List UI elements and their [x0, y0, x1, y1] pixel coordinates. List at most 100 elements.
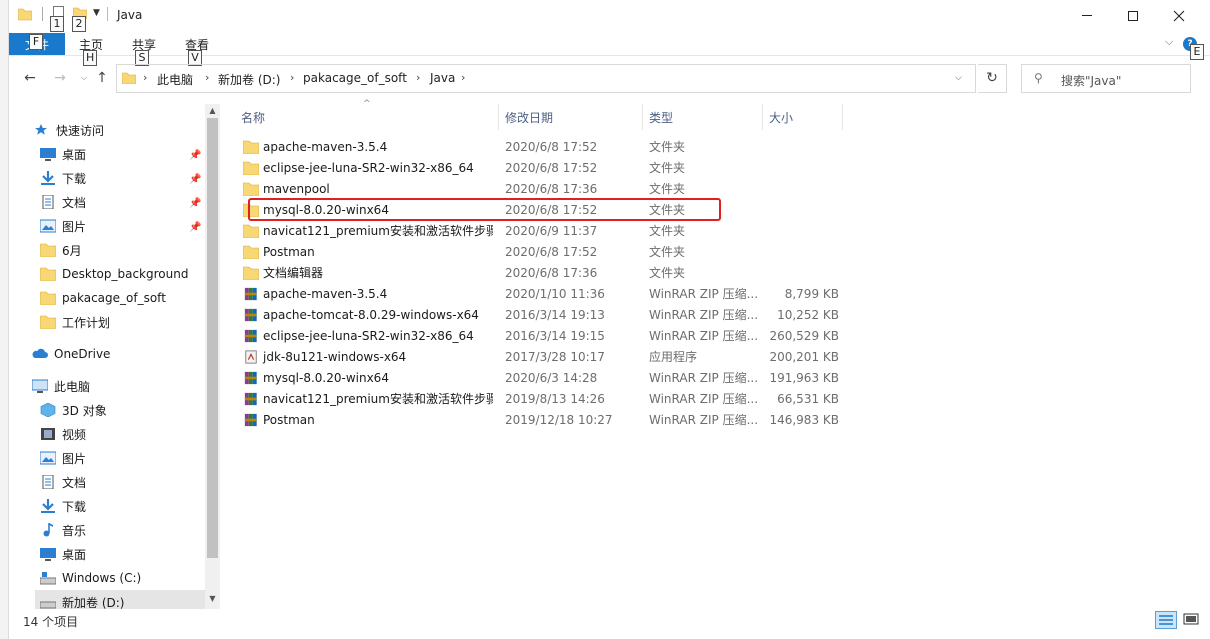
explorer-window: ▼ Java 1 2 文件 主页 共享 查看 ⌵ ? F H S V E ← →… — [8, 0, 1210, 639]
sidebar-item-label: 6月 — [62, 243, 82, 258]
close-button[interactable] — [1156, 0, 1202, 31]
column-header-date[interactable]: 修改日期 — [499, 104, 643, 130]
file-type: 文件夹 — [649, 182, 686, 196]
column-header-name[interactable]: 名称 ^ — [235, 99, 499, 130]
address-history-dropdown-icon[interactable]: ⌵ — [955, 73, 962, 83]
file-name: eclipse-jee-luna-SR2-win32-x86_64 — [263, 329, 474, 343]
sidebar-item-pictures[interactable]: 图片 — [39, 214, 86, 238]
close-icon — [1173, 10, 1185, 21]
sidebar-item-pictures-pc[interactable]: 图片 — [39, 446, 86, 470]
3d-objects-icon — [40, 402, 56, 418]
file-row[interactable]: eclipse-jee-luna-SR2-win32-x86_64 2016/3/… — [241, 326, 841, 347]
download-icon — [40, 171, 56, 185]
folder-icon — [18, 8, 32, 21]
sidebar-item-june[interactable]: 6月 — [39, 238, 82, 262]
file-date: 2016/3/14 19:15 — [505, 329, 605, 343]
file-type: WinRAR ZIP 压缩... — [649, 413, 759, 427]
sidebar-item-music[interactable]: 音乐 — [40, 518, 86, 542]
file-row[interactable]: apache-maven-3.5.4 2020/1/10 11:36 WinRAR … — [241, 284, 841, 305]
chevron-right-icon[interactable]: › — [205, 71, 209, 84]
file-row[interactable]: Postman 2019/12/18 10:27 WinRAR ZIP 压缩... 1… — [241, 410, 841, 431]
sidebar-this-pc[interactable]: 此电脑 — [31, 374, 90, 398]
chevron-right-icon[interactable]: › — [461, 71, 465, 84]
sidebar-scrollbar[interactable]: ▲ ▼ — [205, 104, 220, 609]
pin-icon[interactable]: 📌 — [189, 198, 201, 209]
file-row[interactable]: 文档编辑器 2020/6/8 17:36 文件夹 — [241, 263, 841, 284]
keytip-help: E — [1190, 44, 1204, 60]
column-header-type[interactable]: 类型 — [643, 104, 763, 130]
file-row[interactable]: navicat121_premium安装和激活软件步骤 2019/8/13 14:… — [241, 389, 841, 410]
up-arrow-icon[interactable]: ↑ — [91, 68, 113, 88]
sidebar-item-label: 新加卷 (D:) — [62, 595, 125, 610]
file-date: 2020/6/8 17:36 — [505, 266, 598, 280]
chevron-right-icon[interactable]: › — [290, 71, 294, 84]
pin-icon[interactable]: 📌 — [189, 174, 201, 185]
desktop-icon — [40, 147, 56, 161]
sidebar-item-drive-c[interactable]: Windows (C:) — [39, 566, 141, 590]
sidebar-item-documents-pc[interactable]: 文档 — [40, 470, 86, 494]
details-view-icon — [1159, 615, 1173, 625]
file-row[interactable]: navicat121_premium安装和激活软件步骤 2020/6/9 11:3… — [241, 221, 841, 242]
file-date: 2020/6/8 17:52 — [505, 245, 598, 259]
file-size — [763, 221, 839, 242]
expand-ribbon-icon[interactable]: ⌵ — [1165, 35, 1173, 49]
sidebar-item-label: 音乐 — [62, 523, 87, 538]
file-row[interactable]: eclipse-jee-luna-SR2-win32-x86_64 2020/6/… — [241, 158, 841, 179]
address-bar[interactable]: › 此电脑 › 新加卷 (D:) › pakacage_of_soft › Ja… — [116, 64, 976, 93]
minimize-button[interactable] — [1064, 0, 1110, 31]
download-icon — [40, 499, 56, 513]
picture-icon — [39, 219, 57, 233]
column-header-size[interactable]: 大小 — [763, 104, 843, 130]
back-arrow-icon[interactable]: ← — [19, 68, 41, 88]
file-size: 260,529 KB — [769, 329, 839, 343]
sidebar-item-label: 文档 — [62, 195, 87, 210]
file-row[interactable]: apache-maven-3.5.4 2020/6/8 17:52 文件夹 — [241, 137, 841, 158]
sidebar-item-documents[interactable]: 文档 — [40, 190, 86, 214]
pin-icon[interactable]: 📌 — [189, 150, 201, 161]
file-row[interactable]: mysql-8.0.20-winx64 2020/6/3 14:28 WinRAR … — [241, 368, 841, 389]
breadcrumb-pakacage[interactable]: pakacage_of_soft — [303, 71, 407, 85]
file-row[interactable]: apache-tomcat-8.0.29-windows-x64 2016/3/1… — [241, 305, 841, 326]
sidebar-quick-access[interactable]: 快速访问 — [34, 118, 104, 142]
sidebar-onedrive[interactable]: OneDrive — [32, 342, 110, 366]
customize-quick-access-icon[interactable]: ▼ — [93, 8, 100, 18]
sidebar-item-downloads[interactable]: 下载 — [40, 166, 86, 190]
sidebar-item-downloads-pc[interactable]: 下载 — [40, 494, 86, 518]
file-type: WinRAR ZIP 压缩... — [649, 329, 759, 343]
sidebar-item-work-plan[interactable]: 工作计划 — [39, 310, 110, 334]
file-name: apache-maven-3.5.4 — [263, 140, 388, 154]
sidebar-item-3d-objects[interactable]: 3D 对象 — [40, 398, 107, 422]
chevron-right-icon[interactable]: › — [416, 71, 420, 84]
sidebar-item-pakacage[interactable]: pakacage_of_soft — [39, 286, 166, 310]
scroll-down-icon[interactable]: ▼ — [205, 594, 220, 603]
item-count: 14 个项目 — [23, 615, 79, 629]
file-row[interactable]: Postman 2020/6/8 17:52 文件夹 — [241, 242, 841, 263]
file-type: WinRAR ZIP 压缩... — [649, 308, 759, 322]
sidebar-item-videos[interactable]: 视频 — [40, 422, 86, 446]
sidebar-item-desktop-pc[interactable]: 桌面 — [40, 542, 86, 566]
breadcrumb-java[interactable]: Java — [430, 71, 455, 85]
pin-icon[interactable]: 📌 — [189, 222, 201, 233]
file-date: 2019/12/18 10:27 — [505, 413, 613, 427]
file-name: Postman — [263, 413, 315, 427]
refresh-icon: ↻ — [986, 70, 998, 86]
navigation-bar: ← → ⌵ ↑ › 此电脑 › 新加卷 (D:) › pakacage_of_s… — [9, 62, 1210, 95]
file-row[interactable]: jdk-8u121-windows-x64 2017/3/28 10:17 应用程序… — [241, 347, 841, 368]
sidebar-item-desktop-background[interactable]: Desktop_background — [39, 262, 188, 286]
scroll-up-icon[interactable]: ▲ — [205, 106, 220, 115]
sidebar-item-drive-d[interactable]: 新加卷 (D:) — [35, 590, 205, 609]
scrollbar-thumb[interactable] — [207, 118, 218, 558]
chevron-right-icon[interactable]: › — [143, 71, 147, 84]
breadcrumb-drive-d[interactable]: 新加卷 (D:) — [218, 71, 280, 88]
maximize-button[interactable] — [1110, 0, 1156, 31]
search-box[interactable]: ⚲ 搜索"Java" — [1021, 64, 1191, 93]
file-row[interactable]: mavenpool 2020/6/8 17:36 文件夹 — [241, 179, 841, 200]
forward-arrow-icon[interactable]: → — [49, 68, 71, 88]
refresh-button[interactable]: ↻ — [978, 64, 1007, 93]
column-header-size-label: 大小 — [769, 110, 794, 125]
sidebar-item-desktop[interactable]: 桌面 — [40, 142, 86, 166]
details-view-button[interactable] — [1155, 611, 1177, 629]
file-size: 10,252 KB — [777, 308, 839, 322]
breadcrumb-this-pc[interactable]: 此电脑 — [157, 71, 193, 88]
large-icons-view-button[interactable] — [1181, 611, 1203, 629]
